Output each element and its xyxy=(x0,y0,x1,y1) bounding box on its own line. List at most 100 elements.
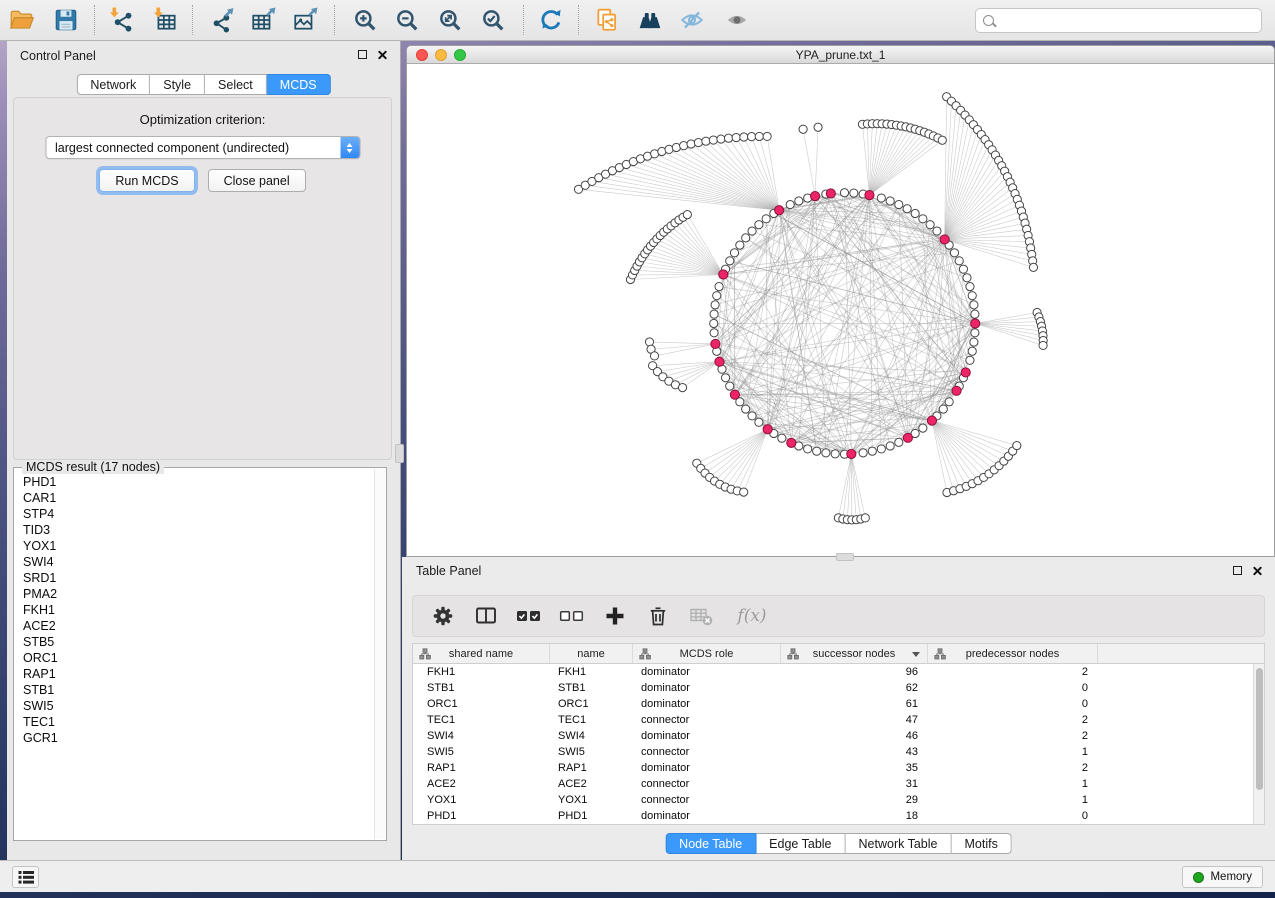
mcds-result-item[interactable]: PHD1 xyxy=(16,474,373,490)
network-canvas[interactable] xyxy=(407,65,1274,556)
column-layout-button[interactable] xyxy=(473,603,499,629)
import-network-button[interactable] xyxy=(105,3,139,37)
mcds-result-item[interactable]: FKH1 xyxy=(16,602,373,618)
table-panel-tabs: Node TableEdge TableNetwork TableMotifs xyxy=(665,833,1012,854)
table-cell: 2 xyxy=(928,664,1098,680)
table-row[interactable]: ORC1ORC1dominator610 xyxy=(413,696,1264,712)
float-panel-icon[interactable] xyxy=(358,50,367,59)
run-mcds-button[interactable]: Run MCDS xyxy=(99,169,194,192)
control-panel-tabs: NetworkStyleSelectMCDS xyxy=(76,74,330,95)
column-header-MCDS-role[interactable]: MCDS role xyxy=(633,644,781,663)
import-table-button[interactable] xyxy=(149,3,183,37)
network-graph[interactable] xyxy=(407,65,1274,556)
column-type-icon xyxy=(934,648,946,660)
show-all-button[interactable] xyxy=(720,3,754,37)
tab-edge-table[interactable]: Edge Table xyxy=(756,833,845,854)
mcds-result-item[interactable]: CAR1 xyxy=(16,490,373,506)
zoom-fit-button[interactable] xyxy=(433,3,467,37)
tab-motifs[interactable]: Motifs xyxy=(951,833,1011,854)
table-row[interactable]: ACE2ACE2connector311 xyxy=(413,776,1264,792)
table-row[interactable]: SWI4SWI4dominator462 xyxy=(413,728,1264,744)
export-table-button[interactable] xyxy=(246,3,280,37)
mcds-result-item[interactable]: STP4 xyxy=(16,506,373,522)
save-session-button[interactable] xyxy=(49,3,83,37)
float-table-panel-icon[interactable] xyxy=(1233,566,1242,575)
zoom-in-button[interactable] xyxy=(348,3,382,37)
table-cell: 18 xyxy=(781,808,928,824)
mcds-result-item[interactable]: SRD1 xyxy=(16,570,373,586)
close-table-panel-icon[interactable] xyxy=(1252,565,1263,576)
tab-style[interactable]: Style xyxy=(150,74,205,95)
delete-column-button[interactable] xyxy=(645,603,671,629)
hide-selected-button[interactable] xyxy=(675,3,709,37)
mcds-result-item[interactable]: GCR1 xyxy=(16,730,373,746)
column-header-successor-nodes[interactable]: successor nodes xyxy=(781,644,928,663)
mcds-result-item[interactable]: TEC1 xyxy=(16,714,373,730)
memory-button[interactable]: Memory xyxy=(1182,866,1263,888)
mcds-list-scrollbar[interactable] xyxy=(374,469,385,839)
optimization-criterion-select[interactable]: largest connected component (undirected) xyxy=(45,136,360,159)
network-view-window: YPA_prune.txt_1 xyxy=(406,45,1275,557)
horizontal-splitter[interactable] xyxy=(836,553,854,561)
table-row[interactable]: STB1STB1dominator620 xyxy=(413,680,1264,696)
tab-select[interactable]: Select xyxy=(205,74,267,95)
close-panel-icon[interactable] xyxy=(377,49,388,60)
add-column-button[interactable] xyxy=(602,603,628,629)
table-cell: FKH1 xyxy=(413,664,550,680)
clone-network-button[interactable] xyxy=(590,3,624,37)
table-row[interactable]: PHD1PHD1dominator180 xyxy=(413,808,1264,824)
column-header-predecessor-nodes[interactable]: predecessor nodes xyxy=(928,644,1098,663)
task-history-button[interactable] xyxy=(12,866,39,888)
select-all-columns-button[interactable] xyxy=(516,603,542,629)
mcds-result-item[interactable]: SWI4 xyxy=(16,554,373,570)
export-image-button[interactable] xyxy=(288,3,322,37)
table-toolbar: f(x) xyxy=(412,595,1265,637)
mcds-result-item[interactable]: RAP1 xyxy=(16,666,373,682)
zoom-out-button[interactable] xyxy=(390,3,424,37)
tab-mcds[interactable]: MCDS xyxy=(267,74,331,95)
tab-network-table[interactable]: Network Table xyxy=(846,833,952,854)
function-builder-button[interactable]: f(x) xyxy=(731,603,773,629)
mcds-result-item[interactable]: SWI5 xyxy=(16,698,373,714)
table-cell: 47 xyxy=(781,712,928,728)
search-field[interactable] xyxy=(975,8,1262,33)
table-cell: STB1 xyxy=(550,680,633,696)
table-row[interactable]: TEC1TEC1connector472 xyxy=(413,712,1264,728)
mcds-result-item[interactable]: ORC1 xyxy=(16,650,373,666)
table-cell: connector xyxy=(633,712,781,728)
refresh-view-button[interactable] xyxy=(534,3,568,37)
mcds-result-item[interactable]: PMA2 xyxy=(16,586,373,602)
export-network-button[interactable] xyxy=(205,3,239,37)
tab-node-table[interactable]: Node Table xyxy=(665,833,756,854)
mcds-result-item[interactable]: TID3 xyxy=(16,522,373,538)
table-scrollbar[interactable] xyxy=(1253,664,1264,824)
open-folder-button[interactable] xyxy=(5,3,39,37)
table-row[interactable]: FKH1FKH1dominator962 xyxy=(413,664,1264,680)
table-scrollbar-thumb[interactable] xyxy=(1256,668,1263,790)
close-panel-button[interactable]: Close panel xyxy=(208,169,306,192)
mcds-result-item[interactable]: STB1 xyxy=(16,682,373,698)
mcds-result-item[interactable]: STB5 xyxy=(16,634,373,650)
vertical-splitter[interactable] xyxy=(395,444,404,463)
deselect-all-columns-button[interactable] xyxy=(559,603,585,629)
column-header-name[interactable]: name xyxy=(550,644,633,663)
column-header-shared-name[interactable]: shared name xyxy=(413,644,550,663)
tab-network[interactable]: Network xyxy=(76,74,150,95)
table-row[interactable]: SWI5SWI5connector431 xyxy=(413,744,1264,760)
table-row[interactable]: RAP1RAP1dominator352 xyxy=(413,760,1264,776)
column-header-label: successor nodes xyxy=(813,648,896,660)
toolbar-separator xyxy=(334,5,335,35)
search-input[interactable] xyxy=(1000,11,1254,31)
zoom-selected-button[interactable] xyxy=(476,3,510,37)
first-neighbors-button[interactable] xyxy=(633,3,667,37)
toolbar-separator xyxy=(578,5,579,35)
table-cell: connector xyxy=(633,744,781,760)
mcds-result-item[interactable]: ACE2 xyxy=(16,618,373,634)
table-settings-button[interactable] xyxy=(430,603,456,629)
delete-table-button[interactable] xyxy=(688,603,714,629)
table-cell: 0 xyxy=(928,696,1098,712)
mcds-result-item[interactable]: YOX1 xyxy=(16,538,373,554)
column-layout-icon xyxy=(474,604,498,628)
table-row[interactable]: YOX1YOX1connector291 xyxy=(413,792,1264,808)
mcds-result-list: PHD1CAR1STP4TID3YOX1SWI4SRD1PMA2FKH1ACE2… xyxy=(16,474,373,838)
